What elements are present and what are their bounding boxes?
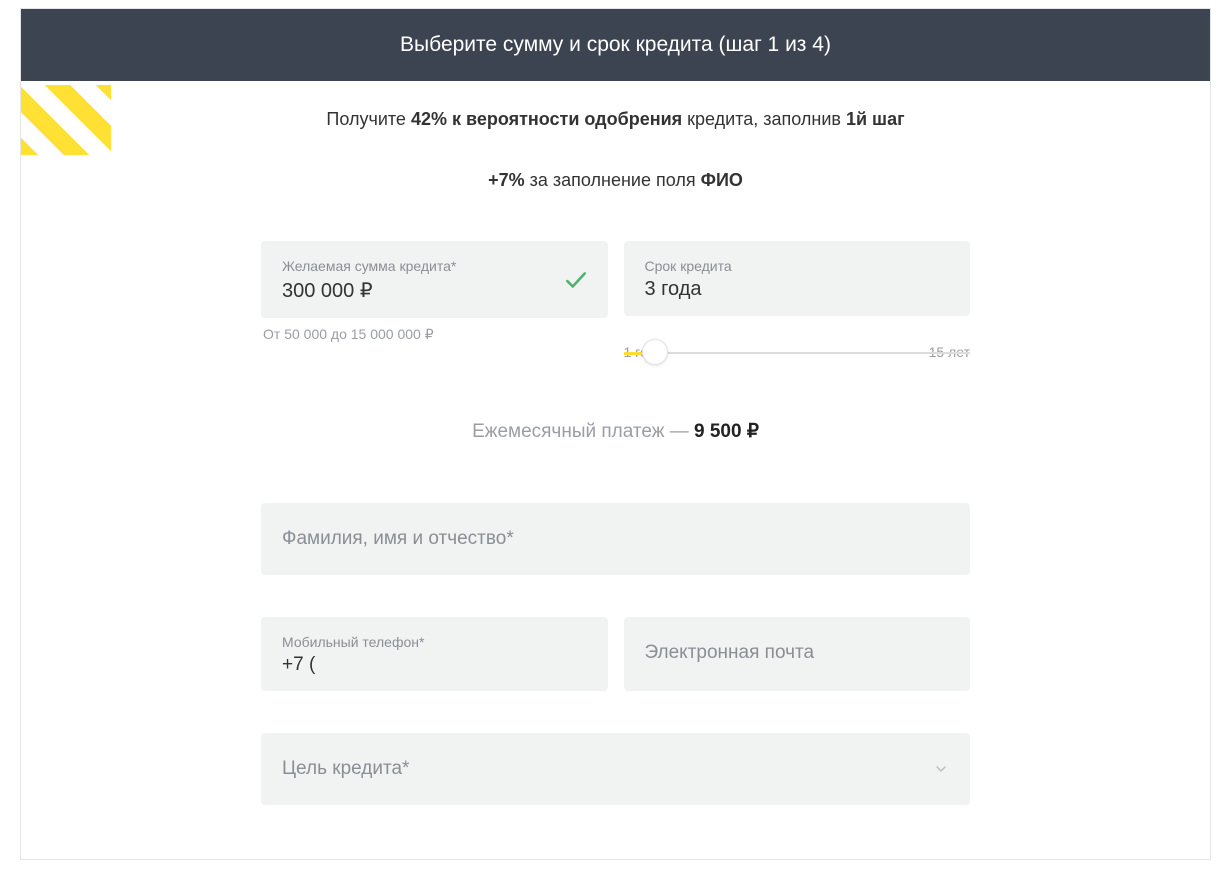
fio-input[interactable]: Фамилия, имя и отчество* xyxy=(261,503,970,575)
payment-label: Ежемесячный платеж — xyxy=(472,421,694,442)
amount-value: 300 000 ₽ xyxy=(282,278,557,303)
email-input[interactable]: Электронная почта xyxy=(624,617,971,691)
amount-label: Желаемая сумма кредита* xyxy=(282,258,557,274)
fio-placeholder: Фамилия, имя и отчество* xyxy=(282,528,514,549)
slider-thumb[interactable] xyxy=(642,339,668,365)
decorative-stripes xyxy=(21,85,111,155)
phone-value: +7 ( xyxy=(282,654,587,676)
form-body: Желаемая сумма кредита* 300 000 ₽ От 50 … xyxy=(21,211,1210,859)
step-title: Выберите сумму и срок кредита (шаг 1 из … xyxy=(400,33,831,56)
chevron-down-icon xyxy=(933,761,949,777)
term-value: 3 года xyxy=(645,278,950,301)
term-label: Срок кредита xyxy=(645,258,950,274)
payment-value: 9 500 ₽ xyxy=(694,421,759,442)
check-icon xyxy=(563,267,589,293)
monthly-payment: Ежемесячный платеж — 9 500 ₽ xyxy=(261,374,970,463)
step-header: Выберите сумму и срок кредита (шаг 1 из … xyxy=(21,9,1210,81)
phone-label: Мобильный телефон* xyxy=(282,634,587,650)
approval-hint: Получите 42% к вероятности одобрения кре… xyxy=(21,81,1210,146)
purpose-select[interactable]: Цель кредита* xyxy=(261,733,970,805)
amount-limits: От 50 000 до 15 000 000 ₽ xyxy=(263,326,608,343)
slider-track xyxy=(624,352,971,354)
form-container: Выберите сумму и срок кредита (шаг 1 из … xyxy=(20,8,1211,860)
amount-input[interactable]: Желаемая сумма кредита* 300 000 ₽ xyxy=(261,241,608,318)
purpose-placeholder: Цель кредита* xyxy=(282,758,409,780)
term-input[interactable]: Срок кредита 3 года xyxy=(624,241,971,316)
email-placeholder: Электронная почта xyxy=(645,642,815,663)
term-slider[interactable]: 1 год 15 лет xyxy=(624,344,971,360)
phone-input[interactable]: Мобильный телефон* +7 ( xyxy=(261,617,608,691)
bonus-hint: +7% за заполнение поля ФИО xyxy=(21,146,1210,211)
